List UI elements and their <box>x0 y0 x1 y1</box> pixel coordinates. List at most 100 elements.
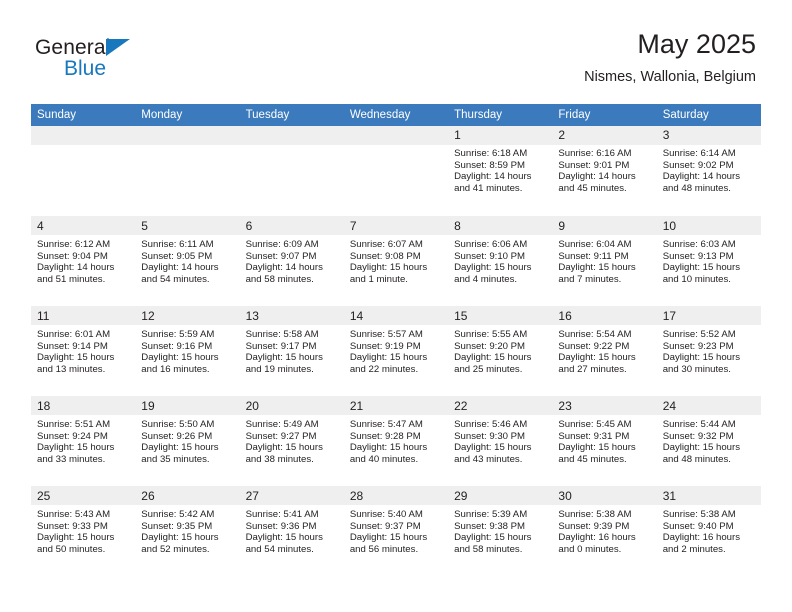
day-number: 14 <box>349 309 364 323</box>
day-cell[interactable]: 30 Sunrise: 5:38 AM Sunset: 9:39 PM Dayligh… <box>552 487 656 576</box>
daylight-text-line1: Daylight: 15 hours <box>37 442 115 454</box>
day-number: 28 <box>349 489 364 503</box>
day-cell[interactable]: 12 Sunrise: 5:59 AM Sunset: 9:16 PM Dayligh… <box>135 307 239 396</box>
day-cell[interactable]: 7 Sunrise: 6:07 AM Sunset: 9:08 PM Daylight… <box>344 217 448 306</box>
day-cell[interactable]: 3 Sunrise: 6:14 AM Sunset: 9:02 PM Daylight… <box>657 126 761 216</box>
day-number: 23 <box>558 399 572 413</box>
daylight-text-line1: Daylight: 15 hours <box>558 262 636 274</box>
daylight-text-line1: Daylight: 15 hours <box>245 532 323 544</box>
day-cell[interactable]: 29 Sunrise: 5:39 AM Sunset: 9:38 PM Dayligh… <box>448 487 552 576</box>
day-cell[interactable]: 19 Sunrise: 5:50 AM Sunset: 9:26 PM Dayligh… <box>135 397 239 486</box>
sunset-text: Sunset: 9:14 PM <box>37 340 108 352</box>
sunset-text: Sunset: 9:28 PM <box>349 430 421 442</box>
day-cell[interactable]: 20 Sunrise: 5:49 AM Sunset: 9:27 PM Dayligh… <box>240 397 344 486</box>
day-cell[interactable]: 26 Sunrise: 5:42 AM Sunset: 9:35 PM Dayligh… <box>135 487 239 576</box>
day-cell[interactable]: 31 Sunrise: 5:38 AM Sunset: 9:40 PM Dayligh… <box>657 487 761 576</box>
day-sun-info: Sunrise: 5:55 AM Sunset: 9:20 PM Daylight:… <box>454 329 546 376</box>
day-sun-info: Sunrise: 5:52 AM Sunset: 9:23 PM Daylight:… <box>663 329 755 376</box>
day-cell[interactable]: 6 Sunrise: 6:09 AM Sunset: 9:07 PM Daylight… <box>240 217 344 306</box>
week-row-inner: 1 Sunrise: 6:18 AM Sunset: 8:59 PM Daylight… <box>31 126 761 216</box>
day-cell[interactable]: 1 Sunrise: 6:18 AM Sunset: 8:59 PM Daylight… <box>448 126 552 216</box>
daylight-text-line1: Daylight: 14 hours <box>662 171 741 183</box>
day-cell-empty <box>135 126 239 216</box>
weekday-header-saturday: Saturday <box>662 109 709 121</box>
day-cell[interactable]: 9 Sunrise: 6:04 AM Sunset: 9:11 PM Daylight… <box>552 217 656 306</box>
day-sun-info: Sunrise: 5:58 AM Sunset: 9:17 PM Daylight:… <box>246 329 338 376</box>
day-cell[interactable]: 21 Sunrise: 5:47 AM Sunset: 9:28 PM Dayligh… <box>344 397 448 486</box>
sunrise-text: Sunrise: 6:12 AM <box>37 239 111 250</box>
day-sun-info: Sunrise: 5:47 AM Sunset: 9:28 PM Daylight:… <box>350 419 442 466</box>
day-sun-info: Sunrise: 5:46 AM Sunset: 9:30 PM Daylight:… <box>454 419 546 466</box>
sunset-text: Sunset: 9:07 PM <box>245 250 317 262</box>
sunrise-text: Sunrise: 6:18 AM <box>454 148 528 159</box>
sunset-text: Sunset: 9:16 PM <box>141 340 213 352</box>
day-sun-info: Sunrise: 6:18 AM Sunset: 8:59 PM Daylight:… <box>454 148 546 195</box>
day-number: 22 <box>454 399 468 413</box>
day-cell[interactable]: 25 Sunrise: 5:43 AM Sunset: 9:33 PM Dayligh… <box>31 487 135 576</box>
daylight-text-line2: and 48 minutes. <box>662 454 731 466</box>
daylight-text-line1: Daylight: 15 hours <box>662 262 741 274</box>
day-number: 29 <box>454 489 468 503</box>
day-sun-info: Sunrise: 5:40 AM Sunset: 9:37 PM Daylight:… <box>350 509 442 556</box>
day-number: 15 <box>454 309 468 323</box>
sunrise-text: Sunrise: 6:03 AM <box>662 239 736 250</box>
day-cell[interactable]: 24 Sunrise: 5:44 AM Sunset: 9:32 PM Dayligh… <box>657 397 761 486</box>
logo-text-blue: Blue <box>64 57 107 80</box>
day-sun-info: Sunrise: 5:59 AM Sunset: 9:16 PM Daylight:… <box>141 329 233 376</box>
day-cell[interactable]: 28 Sunrise: 5:40 AM Sunset: 9:37 PM Dayligh… <box>344 487 448 576</box>
day-number: 5 <box>141 219 148 233</box>
weekday-header-monday: Monday <box>141 109 183 121</box>
day-cell[interactable]: 15 Sunrise: 5:55 AM Sunset: 9:20 PM Dayligh… <box>448 307 552 396</box>
day-cell[interactable]: 4 Sunrise: 6:12 AM Sunset: 9:04 PM Daylight… <box>31 217 135 306</box>
day-number <box>246 126 338 145</box>
daylight-text-line2: and 2 minutes. <box>662 544 726 556</box>
day-sun-info: Sunrise: 6:12 AM Sunset: 9:04 PM Daylight:… <box>37 239 129 286</box>
day-sun-info: Sunrise: 6:16 AM Sunset: 9:01 PM Daylight:… <box>558 148 650 195</box>
week-row-inner: 11 Sunrise: 6:01 AM Sunset: 9:14 PM Dayligh… <box>31 306 761 396</box>
daylight-text-line2: and 58 minutes. <box>454 544 523 556</box>
day-cell[interactable]: 22 Sunrise: 5:46 AM Sunset: 9:30 PM Dayligh… <box>448 397 552 486</box>
calendar-page: General Blue May 2025 Nismes, Wallonia, … <box>0 0 792 612</box>
day-cell[interactable]: 17 Sunrise: 5:52 AM Sunset: 9:23 PM Dayligh… <box>657 307 761 396</box>
day-sun-info: Sunrise: 6:07 AM Sunset: 9:08 PM Daylight:… <box>350 239 442 286</box>
sunrise-text: Sunrise: 6:07 AM <box>349 239 423 250</box>
title-block: May 2025 Nismes, Wallonia, Belgium <box>584 28 756 86</box>
daylight-text-line1: Daylight: 15 hours <box>37 532 115 544</box>
day-sun-info: Sunrise: 5:44 AM Sunset: 9:32 PM Daylight:… <box>663 419 755 466</box>
week-row-inner: 18 Sunrise: 5:51 AM Sunset: 9:24 PM Dayligh… <box>31 396 761 486</box>
day-number: 10 <box>662 219 677 233</box>
day-sun-info: Sunrise: 5:57 AM Sunset: 9:19 PM Daylight:… <box>350 329 442 376</box>
day-cell[interactable]: 2 Sunrise: 6:16 AM Sunset: 9:01 PM Daylight… <box>552 126 656 216</box>
daylight-text-line1: Daylight: 15 hours <box>141 352 219 364</box>
day-cell[interactable]: 8 Sunrise: 6:06 AM Sunset: 9:10 PM Daylight… <box>448 217 552 306</box>
day-cell[interactable]: 23 Sunrise: 5:45 AM Sunset: 9:31 PM Dayligh… <box>552 397 656 486</box>
generalblue-logo[interactable]: General Blue <box>35 36 175 84</box>
sunrise-text: Sunrise: 5:51 AM <box>37 419 111 430</box>
sunset-text: Sunset: 9:24 PM <box>37 430 108 442</box>
day-sun-info: Sunrise: 5:42 AM Sunset: 9:35 PM Daylight:… <box>141 509 233 556</box>
daylight-text-line2: and 38 minutes. <box>245 454 314 466</box>
sunset-text: Sunset: 9:30 PM <box>454 430 526 442</box>
daylight-text-line2: and 58 minutes. <box>245 274 314 286</box>
day-cell[interactable]: 5 Sunrise: 6:11 AM Sunset: 9:05 PM Daylight… <box>135 217 239 306</box>
daylight-text-line1: Daylight: 15 hours <box>349 262 428 274</box>
day-sun-info: Sunrise: 5:49 AM Sunset: 9:27 PM Daylight:… <box>246 419 338 466</box>
day-cell[interactable]: 14 Sunrise: 5:57 AM Sunset: 9:19 PM Dayligh… <box>344 307 448 396</box>
daylight-text-line2: and 27 minutes. <box>558 364 627 376</box>
sunrise-text: Sunrise: 5:46 AM <box>454 419 528 430</box>
day-cell[interactable]: 10 Sunrise: 6:03 AM Sunset: 9:13 PM Dayligh… <box>657 217 761 306</box>
day-cell[interactable]: 11 Sunrise: 6:01 AM Sunset: 9:14 PM Dayligh… <box>31 307 135 396</box>
daylight-text-line2: and 0 minutes. <box>558 544 622 556</box>
week-row: 25 Sunrise: 5:43 AM Sunset: 9:33 PM Dayligh… <box>31 486 761 576</box>
day-cell-empty <box>344 126 448 216</box>
day-cell[interactable]: 18 Sunrise: 5:51 AM Sunset: 9:24 PM Dayligh… <box>31 397 135 486</box>
day-cell[interactable]: 13 Sunrise: 5:58 AM Sunset: 9:17 PM Dayligh… <box>240 307 344 396</box>
day-number: 4 <box>37 219 44 233</box>
daylight-text-line2: and 16 minutes. <box>141 364 210 376</box>
day-number: 13 <box>245 309 259 323</box>
daylight-text-line2: and 25 minutes. <box>454 364 523 376</box>
sunrise-text: Sunrise: 5:41 AM <box>245 509 319 520</box>
day-cell[interactable]: 16 Sunrise: 5:54 AM Sunset: 9:22 PM Dayligh… <box>552 307 656 396</box>
weekday-header-thursday: Thursday <box>454 109 503 121</box>
day-cell[interactable]: 27 Sunrise: 5:41 AM Sunset: 9:36 PM Dayligh… <box>240 487 344 576</box>
